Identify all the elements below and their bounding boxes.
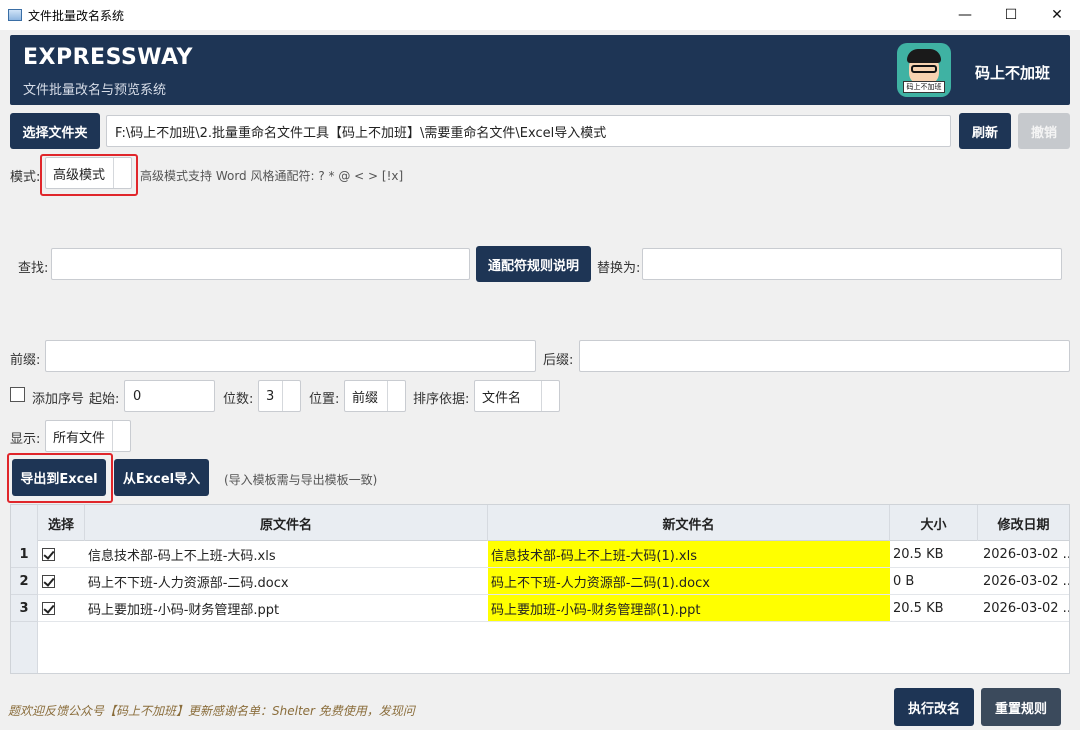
annotation-highlight-export bbox=[7, 453, 113, 503]
table-header: 选择 原文件名 新文件名 大小 修改日期 bbox=[11, 505, 1069, 541]
size-cell[interactable]: 20.5 KB bbox=[890, 595, 978, 622]
column-header[interactable]: 大小 bbox=[890, 505, 978, 541]
suffix-label: 后缀: bbox=[543, 353, 574, 368]
original-name-cell[interactable]: 码上不下班-人力资源部-二码.docx bbox=[85, 568, 488, 595]
position-label: 位置: bbox=[309, 392, 340, 407]
checkbox-checked-icon[interactable] bbox=[42, 574, 55, 588]
app-icon bbox=[8, 9, 22, 21]
new-name-cell[interactable]: 信息技术部-码上不上班-大码(1).xls bbox=[488, 541, 890, 568]
row-select-cell[interactable] bbox=[38, 541, 85, 568]
execute-rename-button[interactable]: 执行改名 bbox=[894, 688, 974, 726]
title-bar: 文件批量改名系统 — ☐ ✕ bbox=[0, 0, 1080, 30]
add-sequence-checkbox[interactable] bbox=[10, 387, 25, 402]
row-number: 3 bbox=[11, 595, 38, 622]
start-input[interactable]: 0 bbox=[124, 380, 215, 412]
excel-hint: (导入模板需与导出模板一致) bbox=[224, 473, 378, 487]
find-input[interactable] bbox=[51, 248, 470, 280]
reset-rules-button[interactable]: 重置规则 bbox=[981, 688, 1061, 726]
find-label: 查找: bbox=[18, 261, 49, 276]
display-select[interactable]: 所有文件 bbox=[45, 420, 131, 452]
add-sequence-label: 添加序号 bbox=[32, 392, 85, 407]
replace-input[interactable] bbox=[642, 248, 1062, 280]
position-select[interactable]: 前缀 bbox=[344, 380, 406, 412]
window-title: 文件批量改名系统 bbox=[28, 8, 125, 23]
chevron-down-icon bbox=[541, 381, 559, 411]
row-select-cell[interactable] bbox=[38, 595, 85, 622]
size-cell[interactable]: 0 B bbox=[890, 568, 978, 595]
footer-note: 题欢迎反馈公众号【码上不加班】更新感谢名单：Shelter 免费使用，发现问 bbox=[8, 704, 415, 718]
display-select-value: 所有文件 bbox=[53, 430, 106, 446]
column-header[interactable]: 新文件名 bbox=[488, 505, 890, 541]
chevron-down-icon bbox=[112, 421, 130, 451]
wildcard-rules-button[interactable]: 通配符规则说明 bbox=[476, 246, 591, 282]
avatar: 码上不加班 bbox=[897, 43, 951, 97]
row-select-cell[interactable] bbox=[38, 568, 85, 595]
select-folder-button[interactable]: 选择文件夹 bbox=[10, 113, 100, 149]
avatar-tag: 码上不加班 bbox=[903, 81, 945, 93]
chevron-down-icon bbox=[387, 381, 405, 411]
author-name: 码上不加班 bbox=[975, 64, 1051, 82]
row-number: 1 bbox=[11, 541, 38, 568]
header-banner: EXPRESSWAY 文件批量改名与预览系统 码上不加班 码上不加班 bbox=[10, 35, 1070, 105]
annotation-highlight-mode bbox=[40, 154, 138, 196]
window-controls: — ☐ ✕ bbox=[942, 0, 1080, 30]
start-label: 起始: bbox=[89, 392, 120, 407]
brand-title: EXPRESSWAY bbox=[23, 45, 193, 70]
folder-path-input[interactable]: F:\码上不加班\2.批量重命名文件工具【码上不加班】\需要重命名文件\Exce… bbox=[106, 115, 951, 147]
prefix-label: 前缀: bbox=[10, 353, 41, 368]
mode-label: 模式: bbox=[10, 170, 41, 185]
size-cell[interactable]: 20.5 KB bbox=[890, 541, 978, 568]
mode-hint: 高级模式支持 Word 风格通配符: ? * @ < > [!x] bbox=[140, 169, 404, 183]
checkbox-checked-icon[interactable] bbox=[42, 601, 55, 615]
digits-select-value: 3 bbox=[266, 388, 275, 404]
avatar-glasses bbox=[911, 65, 937, 73]
digits-select[interactable]: 3 bbox=[258, 380, 301, 412]
app-window: 文件批量改名系统 — ☐ ✕ EXPRESSWAY 文件批量改名与预览系统 码上… bbox=[0, 0, 1080, 730]
sort-label: 排序依据: bbox=[413, 392, 470, 407]
replace-label: 替换为: bbox=[597, 261, 641, 276]
brand-subtitle: 文件批量改名与预览系统 bbox=[23, 83, 167, 98]
suffix-input[interactable] bbox=[579, 340, 1070, 372]
maximize-icon[interactable]: ☐ bbox=[988, 0, 1034, 30]
row-number-header bbox=[11, 505, 38, 541]
new-name-cell[interactable]: 码上要加班-小码-财务管理部(1).ppt bbox=[488, 595, 890, 622]
sort-select[interactable]: 文件名 bbox=[474, 380, 560, 412]
date-cell[interactable]: 2026-03-02 ... bbox=[978, 568, 1069, 595]
import-excel-button[interactable]: 从Excel导入 bbox=[114, 459, 209, 496]
date-cell[interactable]: 2026-03-02 ... bbox=[978, 541, 1069, 568]
position-select-value: 前缀 bbox=[352, 390, 379, 406]
row-number: 2 bbox=[11, 568, 38, 595]
display-label: 显示: bbox=[10, 432, 41, 447]
column-header[interactable]: 原文件名 bbox=[85, 505, 488, 541]
file-table: 选择 原文件名 新文件名 大小 修改日期 1 信息技术部-码上不上班-大码.xl… bbox=[10, 504, 1070, 674]
original-name-cell[interactable]: 信息技术部-码上不上班-大码.xls bbox=[85, 541, 488, 568]
date-cell[interactable]: 2026-03-02 ... bbox=[978, 595, 1069, 622]
sort-select-value: 文件名 bbox=[482, 390, 522, 406]
close-icon[interactable]: ✕ bbox=[1034, 0, 1080, 30]
digits-label: 位数: bbox=[223, 392, 254, 407]
new-name-cell[interactable]: 码上不下班-人力资源部-二码(1).docx bbox=[488, 568, 890, 595]
undo-button[interactable]: 撤销 bbox=[1018, 113, 1070, 149]
refresh-button[interactable]: 刷新 bbox=[959, 113, 1011, 149]
checkbox-checked-icon[interactable] bbox=[42, 547, 55, 561]
prefix-input[interactable] bbox=[45, 340, 536, 372]
chevron-down-icon bbox=[282, 381, 300, 411]
avatar-hair bbox=[907, 49, 941, 63]
column-header[interactable]: 选择 bbox=[38, 505, 85, 541]
column-header[interactable]: 修改日期 bbox=[978, 505, 1069, 541]
original-name-cell[interactable]: 码上要加班-小码-财务管理部.ppt bbox=[85, 595, 488, 622]
minimize-icon[interactable]: — bbox=[942, 0, 988, 30]
